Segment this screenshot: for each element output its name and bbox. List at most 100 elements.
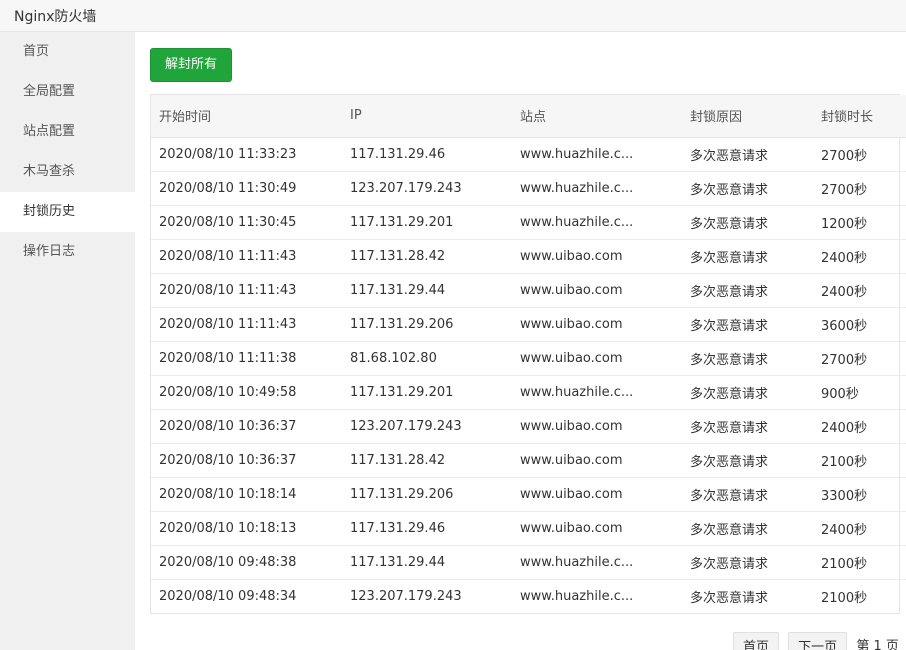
cell-ip: 117.131.29.201 [342,205,512,240]
cell-reason: 多次恶意请求 [682,273,813,308]
page-indicator: 第 1 页 [856,639,899,650]
table-row: 2020/08/10 10:18:14 117.131.29.206 www.uib… [151,477,906,512]
block-history-table: 开始时间 IP 站点 封锁原因 封锁时长 状态 2020/08/10 11:33… [150,94,906,614]
cell-duration: 2400秒 [813,409,906,444]
cell-ip: 117.131.29.46 [342,511,512,546]
cell-ip: 117.131.29.44 [342,273,512,308]
cell-ip: 123.207.179.243 [342,409,512,444]
cell-reason: 多次恶意请求 [690,590,769,606]
cell-start-time: 2020/08/10 10:49:58 [151,375,342,410]
cell-site: www.uibao.com [512,341,682,376]
table-row: 2020/08/10 10:36:37 123.207.179.243 www.ui… [151,409,906,444]
column-header-ip: IP [342,95,512,138]
column-header-site: 站点 [512,95,682,138]
cell-start-time: 2020/08/10 11:11:43 [151,239,342,274]
cell-reason: 多次恶意请求 [682,545,813,580]
main-content: 解封所有 开始时间 IP 站点 封锁原因 封锁时长 状态 2020/08/10 … [135,32,906,650]
cell-site: www.uibao.com [512,409,682,444]
cell-site: www.huazhile.c... [512,205,682,240]
cell-site: www.uibao.com [512,239,682,274]
cell-start-time: 2020/08/10 11:11:43 [151,307,342,342]
cell-reason: 多次恶意请求 [682,375,813,410]
cell-ip: 117.131.29.206 [342,477,512,512]
cell-site: www.uibao.com [512,307,682,342]
cell-reason: 多次恶意请求 [682,409,813,444]
cell-duration: 2700秒 [813,171,906,206]
cell-start-time: 2020/08/10 11:33:23 [151,137,342,172]
table-row: 2020/08/10 10:36:37 117.131.28.42 www.uiba… [151,443,906,478]
cell-duration: 3600秒 [813,307,906,342]
cell-site: www.uibao.com [512,273,682,308]
cell-duration: 2700秒 [813,137,906,172]
table-row: 2020/08/10 09:48:38 117.131.29.44 www.huaz… [151,545,906,580]
table-row: 2020/08/10 09:48:34 123.207.179.243 www.hu… [151,579,906,613]
pagination: 首页 下一页 第 1 页 [733,632,899,650]
cell-start-time: 2020/08/10 11:11:38 [151,341,342,376]
cell-reason: 多次恶意请求 [682,171,813,206]
table-row: 2020/08/10 11:11:43 117.131.29.206 www.uib… [151,307,906,342]
cell-reason: 多次恶意请求 [682,307,813,342]
firewall-window: Nginx防火墙 首页 全局配置 站点配置 木马查杀 封锁历史 操作日志 解封所… [0,0,906,650]
cell-duration: 900秒 [813,375,906,410]
cell-duration: 2100秒 [821,590,868,606]
table-row: 2020/08/10 11:11:38 81.68.102.80 www.uibao… [151,341,906,376]
cell-duration: 2400秒 [813,273,906,308]
cell-duration: 2100秒 [813,443,906,478]
cell-ip: 117.131.28.42 [342,443,512,478]
title-bar: Nginx防火墙 [0,0,906,32]
column-header-reason: 封锁原因 [682,95,813,138]
cell-start-time: 2020/08/10 11:30:45 [151,205,342,240]
cell-duration: 3300秒 [813,477,906,512]
cell-reason: 多次恶意请求 [682,511,813,546]
cell-site: www.huazhile.c... [512,545,682,580]
table-row: 2020/08/10 10:18:13 117.131.29.46 www.uiba… [151,511,906,546]
cell-duration: 1200秒 [813,205,906,240]
cell-start-time: 2020/08/10 10:18:14 [151,477,342,512]
sidebar-item-site-config[interactable]: 站点配置 [0,112,135,152]
cell-start-time: 2020/08/10 10:36:37 [151,443,342,478]
table-body: 2020/08/10 11:33:23 117.131.29.46 www.huaz… [151,137,906,613]
cell-ip: 117.131.29.206 [342,307,512,342]
table-row: 2020/08/10 11:30:45 117.131.29.201 www.hua… [151,205,906,240]
cell-reason: 多次恶意请求 [682,341,813,376]
cell-reason: 多次恶意请求 [682,205,813,240]
cell-site: www.uibao.com [512,511,682,546]
cell-site: www.huazhile.c... [512,375,682,410]
table-row: 2020/08/10 11:33:23 117.131.29.46 www.huaz… [151,137,906,172]
cell-site: www.uibao.com [512,443,682,478]
cell-start-time: 2020/08/10 09:48:34 [159,588,297,604]
sidebar-item-home[interactable]: 首页 [0,32,135,72]
cell-reason: 多次恶意请求 [682,137,813,172]
cell-ip: 117.131.29.201 [342,375,512,410]
cell-ip: 123.207.179.243 [350,588,462,604]
sidebar-nav: 首页 全局配置 站点配置 木马查杀 封锁历史 操作日志 [0,32,135,650]
cell-ip: 117.131.29.46 [342,137,512,172]
cell-start-time: 2020/08/10 11:11:43 [151,273,342,308]
table-row: 2020/08/10 11:11:43 117.131.29.44 www.uiba… [151,273,906,308]
table-header-row: 开始时间 IP 站点 封锁原因 封锁时长 状态 [151,95,906,138]
first-page-button[interactable]: 首页 [733,632,780,650]
table-row: 2020/08/10 10:49:58 117.131.29.201 www.hua… [151,375,906,410]
cell-start-time: 2020/08/10 10:36:37 [151,409,342,444]
sidebar-item-operation-log[interactable]: 操作日志 [0,232,135,272]
cell-site: www.uibao.com [512,477,682,512]
cell-ip: 117.131.29.44 [342,545,512,580]
cell-ip: 123.207.179.243 [342,171,512,206]
table-row: 2020/08/10 11:30:49 123.207.179.243 www.hu… [151,171,906,206]
cell-site: www.huazhile.c... [512,137,682,172]
unblock-all-button[interactable]: 解封所有 [150,48,232,82]
cell-duration: 2100秒 [813,545,906,580]
sidebar-item-block-history[interactable]: 封锁历史 [0,192,135,232]
cell-reason: 多次恶意请求 [682,239,813,274]
column-header-start-time: 开始时间 [151,95,342,138]
cell-duration: 2700秒 [813,341,906,376]
cell-site: www.huazhile.c... [520,588,634,604]
next-page-button[interactable]: 下一页 [788,632,848,650]
cell-reason: 多次恶意请求 [682,443,813,478]
sidebar-item-global-config[interactable]: 全局配置 [0,72,135,112]
cell-ip: 117.131.28.42 [342,239,512,274]
sidebar-item-trojan-scan[interactable]: 木马查杀 [0,152,135,192]
cell-duration: 2400秒 [813,511,906,546]
cell-start-time: 2020/08/10 09:48:38 [151,545,342,580]
cell-reason: 多次恶意请求 [682,477,813,512]
